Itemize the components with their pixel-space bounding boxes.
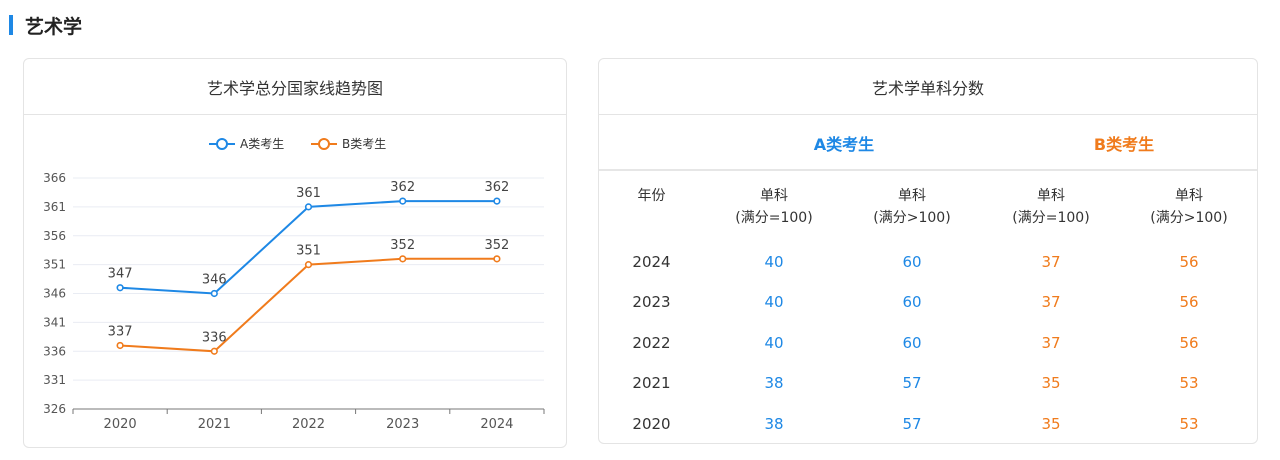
y-tick-label: 331 — [43, 373, 66, 387]
column-header: 年份 — [609, 185, 694, 207]
section-accent-bar — [9, 15, 13, 35]
section-title: 艺术学 — [25, 15, 83, 38]
column-header-line2: (满分>100) — [1150, 210, 1228, 226]
data-point — [210, 347, 218, 355]
table-score-cell: 53 — [1179, 415, 1199, 433]
series-line — [120, 257, 497, 353]
y-tick-label: 351 — [43, 258, 66, 272]
column-header: 单科 (满分>100) — [842, 185, 982, 229]
table-score-cell: 57 — [902, 374, 922, 392]
y-tick-label: 356 — [43, 229, 66, 243]
data-point — [304, 203, 313, 211]
table-score-cell: 53 — [1179, 374, 1199, 392]
table-score-cell: 37 — [1041, 334, 1061, 352]
x-tick-label: 2022 — [292, 417, 325, 432]
y-tick-label: 341 — [43, 315, 66, 329]
x-tick-label: 2023 — [386, 417, 419, 432]
column-header-line1: 单科 — [760, 188, 788, 204]
y-tick-label: 336 — [43, 344, 66, 358]
table-score-cell: 56 — [1179, 253, 1199, 271]
section-header: 艺术学 — [9, 12, 82, 38]
group-a-label: A类考生 — [813, 135, 875, 154]
data-label: 352 — [484, 238, 509, 253]
data-label: 362 — [390, 180, 415, 195]
data-point — [304, 261, 313, 269]
table-year-cell: 2021 — [632, 374, 671, 392]
data-label: 346 — [202, 273, 227, 288]
data-point — [210, 289, 218, 298]
column-header: 单科 (满分=100) — [981, 185, 1121, 229]
data-label: 352 — [390, 238, 415, 253]
table-score-cell: 37 — [1041, 293, 1061, 311]
table-score-cell: 38 — [764, 415, 784, 433]
table-year-cell: 2024 — [632, 253, 671, 271]
table-score-cell: 40 — [764, 334, 784, 352]
table-year-cell: 2020 — [632, 415, 671, 433]
legend-marker — [216, 138, 228, 150]
y-tick-label: 366 — [43, 171, 66, 185]
column-header-line1: 单科 — [1175, 188, 1203, 204]
group-b-label: B类考生 — [1093, 135, 1155, 154]
x-tick-label: 2020 — [104, 417, 137, 432]
table-year-cell: 2023 — [632, 293, 671, 311]
data-point — [116, 284, 124, 292]
column-header-line2: (满分>100) — [873, 210, 951, 226]
table-score-cell: 40 — [764, 293, 784, 311]
data-point — [493, 255, 501, 263]
data-label: 351 — [296, 244, 321, 259]
table-score-cell: 56 — [1179, 293, 1199, 311]
table-score-cell: 38 — [764, 374, 784, 392]
data-point — [493, 197, 501, 205]
table-score-cell: 60 — [902, 253, 922, 271]
data-label: 361 — [296, 186, 321, 201]
column-header: 单科 (满分>100) — [1119, 185, 1257, 229]
table-card: 艺术学单科分数 A类考生 B类考生 年份 单科 (满分=100) 单科 (满分>100)… — [598, 58, 1258, 444]
data-point — [116, 341, 124, 350]
table-score-cell: 60 — [902, 334, 922, 352]
table-score-cell: 56 — [1179, 334, 1199, 352]
legend-label: A类考生 — [240, 137, 284, 151]
table-score-cell: 60 — [902, 293, 922, 311]
line-chart: 326 331 336 341 346 351 356 361 366 2020 2021 2022 2… — [43, 137, 545, 432]
column-header: 单科 (满分=100) — [704, 185, 844, 229]
column-header-line1: 年份 — [637, 188, 666, 204]
table-card-title: 艺术学单科分数 — [599, 59, 1257, 115]
legend-label: B类考生 — [342, 137, 386, 151]
table-year-cell: 2022 — [632, 334, 671, 352]
chart-card: 艺术学总分国家线趋势图 326 331 336 341 346 351 356 361 366 2… — [23, 58, 567, 448]
table-score-cell: 57 — [902, 415, 922, 433]
x-tick-label: 2021 — [198, 417, 231, 432]
y-tick-label: 361 — [43, 200, 66, 214]
data-label: 337 — [108, 324, 133, 339]
data-label: 336 — [202, 330, 227, 345]
column-header-line1: 单科 — [898, 188, 926, 204]
x-tick-label: 2024 — [480, 417, 513, 432]
data-point — [399, 255, 407, 263]
column-header-line2: (满分=100) — [735, 210, 813, 226]
column-header-line2: (满分=100) — [1012, 210, 1090, 226]
table-score-cell: 35 — [1041, 415, 1061, 433]
y-tick-label: 326 — [43, 402, 66, 416]
y-tick-label: 346 — [43, 287, 66, 301]
legend-marker — [318, 138, 330, 150]
table-score-cell: 40 — [764, 253, 784, 271]
column-header-line1: 单科 — [1037, 188, 1065, 204]
table-group-header: A类考生 B类考生 — [599, 115, 1257, 171]
data-point — [399, 197, 407, 205]
table-score-cell: 37 — [1041, 253, 1061, 271]
data-label: 362 — [484, 180, 509, 195]
data-label: 347 — [108, 267, 133, 282]
table-score-cell: 35 — [1041, 374, 1061, 392]
